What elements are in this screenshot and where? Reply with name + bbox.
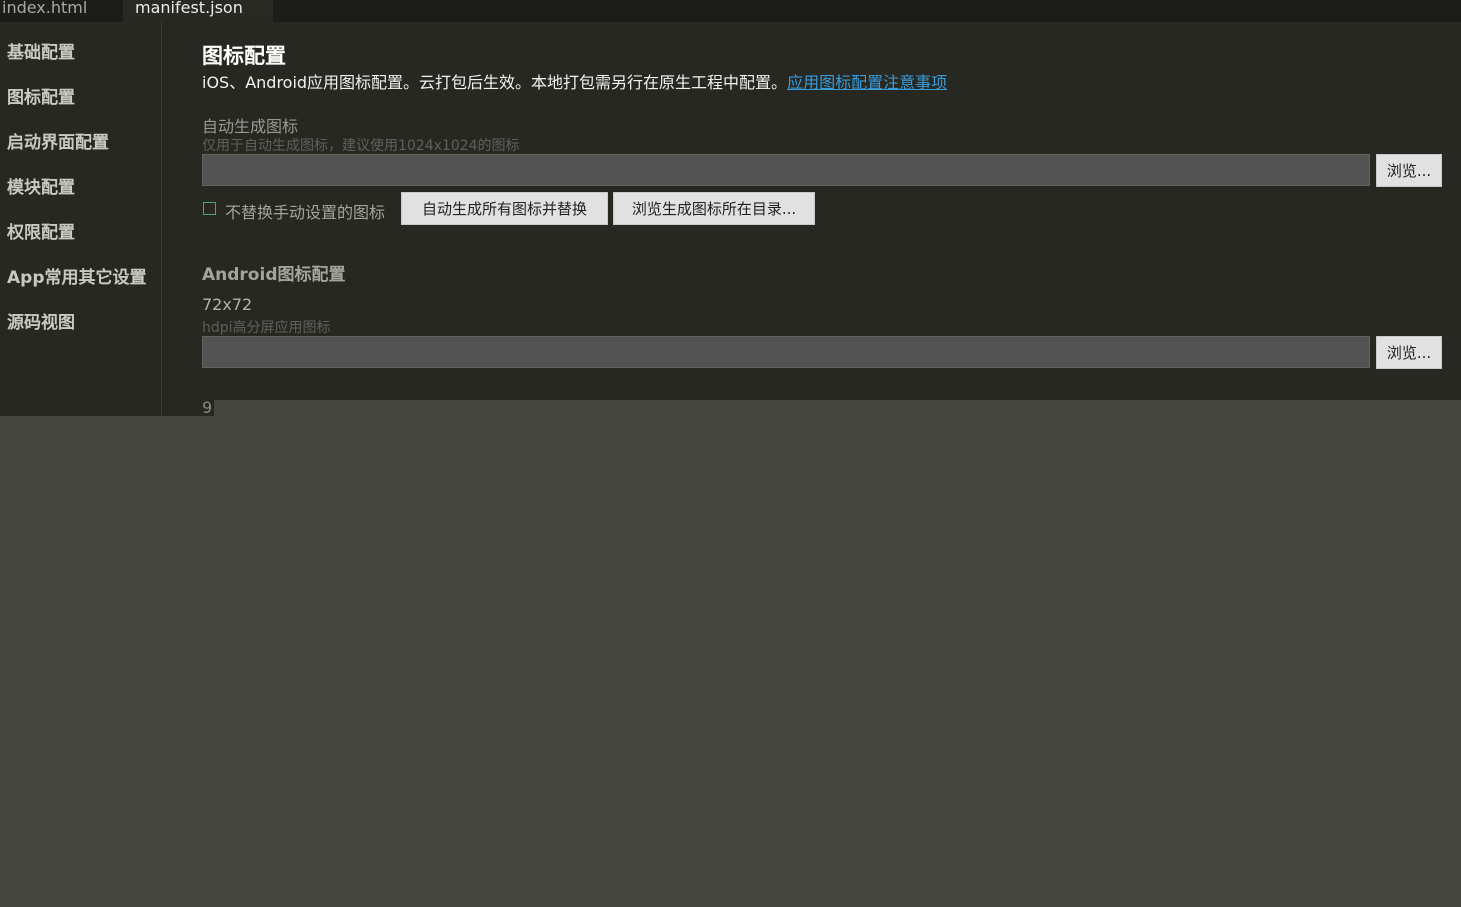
sidebar-item-app-other[interactable]: App常用其它设置 bbox=[7, 263, 147, 288]
keep-manual-icons-label[interactable]: 不替换手动设置的图标 bbox=[225, 199, 385, 223]
sidebar-item-source-view[interactable]: 源码视图 bbox=[7, 308, 75, 333]
android-72-path-input[interactable] bbox=[202, 336, 1370, 368]
android-72-label: 72x72 bbox=[202, 295, 253, 314]
auto-icon-label: 自动生成图标 bbox=[202, 117, 299, 136]
sidebar-item-splash[interactable]: 启动界面配置 bbox=[7, 128, 109, 153]
sidebar-item-basic[interactable]: 基础配置 bbox=[7, 38, 75, 63]
android-section-title: Android图标配置 bbox=[202, 265, 346, 285]
auto-icon-hint: 仅用于自动生成图标，建议使用1024x1024的图标 bbox=[202, 138, 520, 154]
description-text: iOS、Android应用图标配置。云打包后生效。本地打包需另行在原生工程中配置… bbox=[202, 73, 788, 92]
sidebar-item-permissions[interactable]: 权限配置 bbox=[7, 218, 75, 243]
auto-icon-browse-button[interactable]: 浏览... bbox=[1376, 154, 1442, 187]
page-description: iOS、Android应用图标配置。云打包后生效。本地打包需另行在原生工程中配置… bbox=[202, 69, 947, 93]
page-title: 图标配置 bbox=[202, 44, 286, 68]
android-72-browse-button[interactable]: 浏览... bbox=[1376, 336, 1442, 369]
tab-manifest-json[interactable]: manifest.json bbox=[123, 0, 273, 22]
settings-sidebar: 基础配置 图标配置 启动界面配置 模块配置 权限配置 App常用其它设置 源码视… bbox=[0, 22, 162, 416]
open-icon-dir-button[interactable]: 浏览生成图标所在目录... bbox=[613, 192, 815, 225]
icon-notes-link[interactable]: 应用图标配置注意事项 bbox=[787, 73, 947, 92]
sidebar-item-icons[interactable]: 图标配置 bbox=[7, 83, 75, 108]
next-size-label-cut: 9 bbox=[202, 400, 212, 416]
auto-icon-path-input[interactable] bbox=[202, 154, 1370, 186]
keep-manual-icons-checkbox[interactable] bbox=[203, 202, 216, 215]
tab-index-html[interactable]: index.html bbox=[0, 0, 122, 22]
editor-tab-bar: index.html manifest.json bbox=[0, 0, 1461, 22]
sidebar-item-modules[interactable]: 模块配置 bbox=[7, 173, 75, 198]
generate-all-icons-button[interactable]: 自动生成所有图标并替换 bbox=[401, 192, 608, 225]
android-72-hint: hdpi高分屏应用图标 bbox=[202, 320, 331, 336]
